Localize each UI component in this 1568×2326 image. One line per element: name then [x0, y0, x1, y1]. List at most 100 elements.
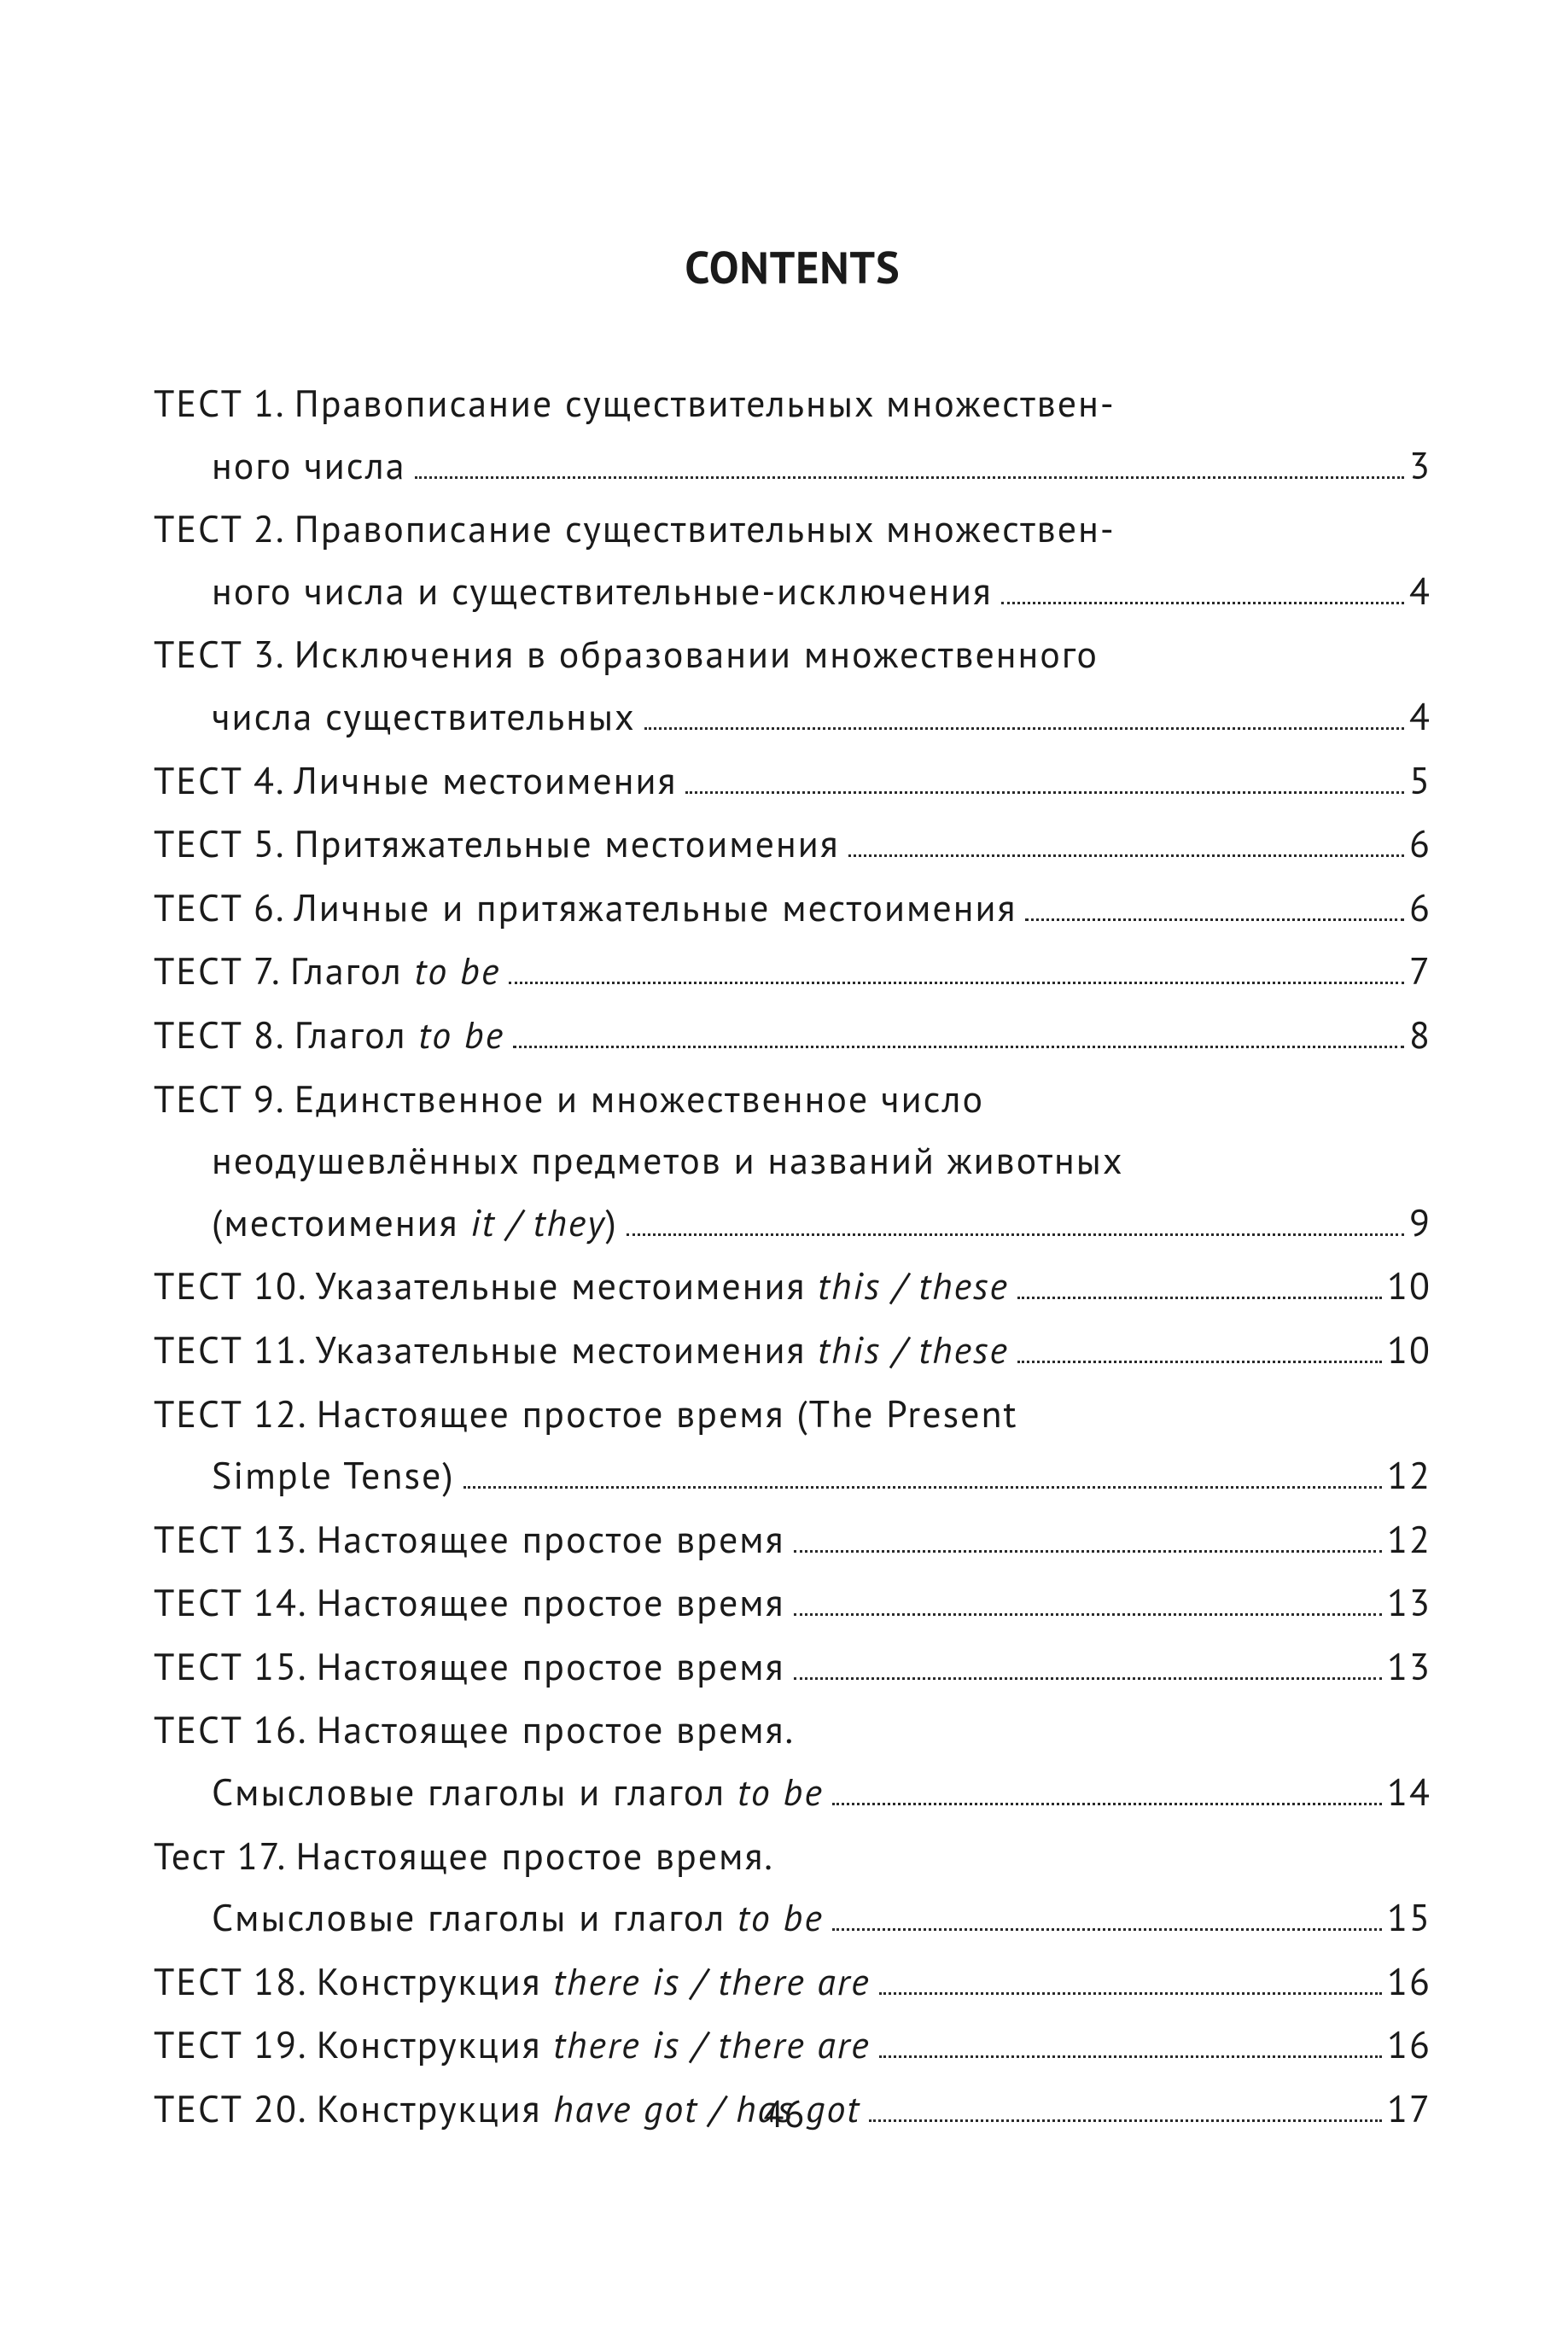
toc-text-segment: Тест 17. Настоящее простое время.	[154, 1832, 774, 1880]
toc-page-number: 6	[1409, 877, 1431, 940]
toc-text-segment: ТЕСТ 8. Глагол	[154, 1011, 418, 1059]
toc-entry: ТЕСТ 19. Конструкция there is / there ar…	[154, 2014, 1431, 2077]
toc-text: ТЕСТ 14. Настоящее простое время	[154, 1572, 785, 1635]
toc-line: ТЕСТ 7. Глагол to be 7	[154, 941, 1431, 1003]
toc-text: ТЕСТ 18. Конструкция there is / there ar…	[154, 1951, 871, 2014]
toc-text: ного числа	[212, 435, 406, 498]
toc-text: Simple Tense)	[212, 1445, 455, 1507]
toc-entry: ТЕСТ 16. Настоящее простое время.Смыслов…	[154, 1699, 1431, 1823]
toc-entry: ТЕСТ 5. Притяжательные местоимения6	[154, 813, 1431, 876]
toc-page-number: 12	[1387, 1509, 1431, 1571]
dot-leader	[879, 1992, 1383, 1995]
dot-leader	[794, 1613, 1382, 1616]
toc-text-segment: ТЕСТ 10. Указательные местоимения	[154, 1262, 818, 1310]
toc-page-number: 14	[1387, 1762, 1431, 1824]
toc-text-italic: this / these	[818, 1326, 1009, 1374]
toc-page-number: 9	[1409, 1192, 1431, 1255]
toc-page-number: 5	[1409, 750, 1431, 813]
toc-text: ТЕСТ 5. Притяжательные местоимения	[154, 813, 840, 876]
toc-text-segment: ТЕСТ 2. Правописание существительных мно…	[154, 504, 1116, 553]
toc-text: ТЕСТ 13. Настоящее простое время	[154, 1509, 785, 1571]
toc-text-italic: to be	[418, 1011, 504, 1059]
dot-leader	[644, 727, 1404, 730]
toc-page-number: 4	[1409, 686, 1431, 749]
toc-line: ТЕСТ 18. Конструкция there is / there ar…	[154, 1951, 1431, 2014]
toc-text-segment: числа существительных	[212, 692, 636, 741]
dot-leader	[832, 1928, 1382, 1931]
toc-page-number: 4	[1409, 561, 1431, 623]
toc-line: ного числа и существительные-исключения 4	[154, 561, 1431, 623]
toc-line: ТЕСТ 3. Исключения в образовании множест…	[154, 624, 1431, 686]
toc-text-italic: to be	[737, 1768, 824, 1816]
toc-text-italic: it / they	[470, 1198, 605, 1247]
toc-page-number: 15	[1387, 1887, 1431, 1950]
toc-text: Смысловые глаголы и глагол to be	[212, 1762, 824, 1824]
toc-text: ТЕСТ 6. Личные и притяжательные местоиме…	[154, 877, 1017, 940]
dot-leader	[513, 1046, 1404, 1048]
toc-text: ТЕСТ 10. Указательные местоимения this /…	[154, 1256, 1009, 1318]
toc-entry: ТЕСТ 12. Настоящее простое время (The Pr…	[154, 1384, 1431, 1507]
toc-page-number: 12	[1387, 1445, 1431, 1507]
toc-line: Смысловые глаголы и глагол to be 14	[154, 1762, 1431, 1824]
toc-text-segment: ТЕСТ 6. Личные и притяжательные местоиме…	[154, 883, 1017, 932]
toc-page-number: 13	[1387, 1636, 1431, 1699]
toc-text-segment: ТЕСТ 15. Настоящее простое время	[154, 1642, 785, 1691]
toc-page-number: 10	[1387, 1256, 1431, 1318]
toc-line: ТЕСТ 16. Настоящее простое время.	[154, 1699, 1431, 1762]
toc-line: (местоимения it / they) 9	[154, 1192, 1431, 1255]
toc-entry: ТЕСТ 18. Конструкция there is / there ar…	[154, 1951, 1431, 2014]
toc-line: неодушевлённых предметов и названий живо…	[154, 1130, 1431, 1192]
toc-text-segment: (местоимения	[212, 1198, 470, 1247]
toc-line: ТЕСТ 8. Глагол to be8	[154, 1005, 1431, 1067]
toc-text-italic: this / these	[818, 1262, 1009, 1310]
toc-text: ТЕСТ 9. Единственное и множественное чис…	[154, 1069, 984, 1131]
dot-leader	[463, 1486, 1382, 1489]
toc-line: ТЕСТ 14. Настоящее простое время 13	[154, 1572, 1431, 1635]
toc-text-segment: ТЕСТ 7. Глагол	[154, 947, 414, 995]
toc-entry: ТЕСТ 7. Глагол to be 7	[154, 941, 1431, 1003]
toc-text: ТЕСТ 4. Личные местоимения	[154, 750, 677, 813]
toc-text: Смысловые глаголы и глагол to be	[212, 1887, 824, 1950]
toc-text: ТЕСТ 1. Правописание существительных мно…	[154, 373, 1116, 435]
dot-leader	[1025, 918, 1404, 921]
toc-line: ТЕСТ 9. Единственное и множественное чис…	[154, 1069, 1431, 1131]
toc-text: Тест 17. Настоящее простое время.	[154, 1826, 774, 1888]
toc-line: ТЕСТ 19. Конструкция there is / there ar…	[154, 2014, 1431, 2077]
toc-text: ТЕСТ 3. Исключения в образовании множест…	[154, 624, 1099, 686]
toc-text: ТЕСТ 7. Глагол to be	[154, 941, 500, 1003]
toc-text: ТЕСТ 19. Конструкция there is / there ar…	[154, 2014, 871, 2077]
dot-leader	[627, 1233, 1404, 1236]
toc-page-number: 7	[1409, 941, 1431, 1003]
toc-text: неодушевлённых предметов и названий живо…	[212, 1130, 1124, 1192]
toc-line: Тест 17. Настоящее простое время.	[154, 1826, 1431, 1888]
toc-line: ного числа 3	[154, 435, 1431, 498]
toc-text-segment: неодушевлённых предметов и названий живо…	[212, 1136, 1124, 1185]
toc-text-segment: ТЕСТ 18. Конструкция	[154, 1957, 553, 2006]
dot-leader	[685, 791, 1404, 794]
page-container: CONTENTS ТЕСТ 1. Правописание существите…	[0, 0, 1568, 2326]
table-of-contents: ТЕСТ 1. Правописание существительных мно…	[154, 373, 1431, 2141]
dot-leader	[794, 1677, 1382, 1680]
toc-page-number: 3	[1409, 435, 1431, 498]
toc-text-segment: ТЕСТ 9. Единственное и множественное чис…	[154, 1075, 984, 1123]
dot-leader	[832, 1803, 1382, 1805]
toc-text: ТЕСТ 2. Правописание существительных мно…	[154, 498, 1116, 561]
toc-entry: ТЕСТ 1. Правописание существительных мно…	[154, 373, 1431, 497]
toc-line: ТЕСТ 1. Правописание существительных мно…	[154, 373, 1431, 435]
toc-entry: ТЕСТ 15. Настоящее простое время 13	[154, 1636, 1431, 1699]
dot-leader	[794, 1550, 1382, 1553]
toc-text-segment: ТЕСТ 19. Конструкция	[154, 2020, 553, 2069]
toc-entry: ТЕСТ 13. Настоящее простое время 12	[154, 1509, 1431, 1571]
toc-text-segment: Simple Tense)	[212, 1451, 455, 1500]
toc-page-number: 13	[1387, 1572, 1431, 1635]
toc-text-italic: to be	[414, 947, 500, 995]
toc-text: числа существительных	[212, 686, 636, 749]
page-number: 46	[0, 2090, 1568, 2138]
toc-line: ТЕСТ 5. Притяжательные местоимения6	[154, 813, 1431, 876]
toc-text: ного числа и существительные-исключения	[212, 561, 993, 623]
toc-text-italic: there is / there are	[553, 2020, 870, 2069]
toc-entry: Тест 17. Настоящее простое время. Смыслов…	[154, 1826, 1431, 1950]
dot-leader	[1017, 1297, 1382, 1299]
toc-text: (местоимения it / they)	[212, 1192, 618, 1255]
toc-text-segment: ТЕСТ 13. Настоящее простое время	[154, 1515, 785, 1564]
